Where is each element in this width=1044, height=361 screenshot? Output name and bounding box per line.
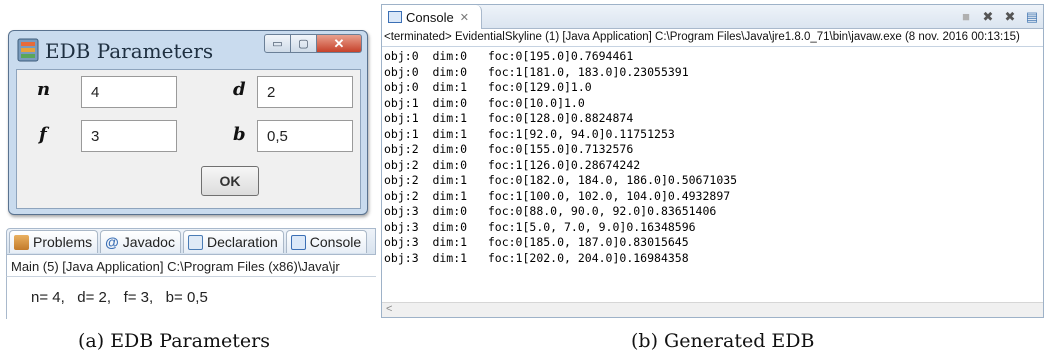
tab-problems[interactable]: Problems <box>9 230 99 253</box>
console-line: obj:2 dim:1 foc:1[100.0, 102.0, 104.0]0.… <box>384 188 731 203</box>
console-icon <box>290 234 306 250</box>
javadoc-icon: @ <box>105 234 119 250</box>
database-icon <box>17 38 39 62</box>
console-line: obj:0 dim:0 foc:1[181.0, 183.0]0.2305539… <box>384 64 689 79</box>
console-line: obj:1 dim:1 foc:1[92.0, 94.0]0.11751253 <box>384 126 675 141</box>
edb-parameters-dialog: EDB Parameters ▭ ▢ ✕ n 4 d 2 f 3 b 0,5 O… <box>8 30 368 215</box>
console-line: obj:3 dim:0 foc:1[5.0, 7.0, 9.0]0.163485… <box>384 219 696 234</box>
close-icon: ✕ <box>333 35 345 51</box>
tab-declaration[interactable]: Declaration <box>182 230 284 253</box>
console-line: obj:3 dim:0 foc:0[88.0, 90.0, 92.0]0.836… <box>384 204 717 218</box>
param-n-label: n <box>37 79 51 100</box>
tab-declaration-label: Declaration <box>206 234 278 250</box>
caption-a: (a) EDB Parameters <box>78 330 270 352</box>
param-b-input[interactable]: 0,5 <box>257 120 353 152</box>
param-b-label: b <box>233 124 246 145</box>
minimize-icon: ▭ <box>272 38 283 50</box>
console-output-area[interactable]: n= 4, d= 2, f= 3, b= 0,5 <box>6 277 376 319</box>
minimize-button[interactable]: ▭ <box>264 34 291 53</box>
console-toolbar: ■ ✖ ✖ ▤ <box>959 10 1039 24</box>
tab-console[interactable]: Console <box>285 230 368 253</box>
horizontal-scrollbar[interactable]: < <box>382 302 1043 317</box>
console-line: obj:0 dim:1 foc:0[129.0]1.0 <box>384 80 592 94</box>
dialog-content: n 4 d 2 f 3 b 0,5 OK <box>16 69 361 209</box>
param-d-label: d <box>233 79 246 100</box>
remove-all-terminated-icon[interactable]: ✖ <box>1003 10 1017 24</box>
param-n-input[interactable]: 4 <box>81 76 177 108</box>
problems-icon <box>14 234 29 250</box>
console-line: obj:2 dim:1 foc:0[182.0, 184.0, 186.0]0.… <box>384 173 738 187</box>
console-output-lines[interactable]: obj:0 dim:0 foc:0[195.0]0.7694461 obj:0 d… <box>382 47 1043 266</box>
console-line: obj:1 dim:1 foc:0[128.0]0.8824874 <box>384 111 634 125</box>
console-tab-bar: Console ✕ ■ ✖ ✖ ▤ <box>382 5 1043 29</box>
param-f-input[interactable]: 3 <box>81 120 177 152</box>
clear-console-icon[interactable]: ▤ <box>1025 10 1039 24</box>
console-line: obj:1 dim:0 foc:0[10.0]1.0 <box>384 95 585 110</box>
console-tab-label: Console <box>406 9 454 25</box>
caption-b: (b) Generated EDB <box>631 330 815 352</box>
scroll-left-icon[interactable]: < <box>386 303 392 315</box>
console-line: obj:0 dim:0 foc:0[195.0]0.7694461 <box>384 49 634 63</box>
views-tab-bar: Problems @ Javadoc Declaration Console <box>6 228 376 255</box>
close-button[interactable]: ✕ <box>316 34 362 53</box>
param-f-label: f <box>39 124 47 145</box>
console-line: obj:2 dim:0 foc:0[155.0]0.7132576 <box>384 142 634 156</box>
console-view: Console ✕ ■ ✖ ✖ ▤ <terminated> Evidentia… <box>381 4 1044 318</box>
ok-button[interactable]: OK <box>201 166 259 196</box>
window-controls: ▭ ▢ ✕ <box>264 34 362 53</box>
console-line: obj:2 dim:0 foc:1[126.0]0.28674242 <box>384 157 641 172</box>
tab-javadoc-label: Javadoc <box>122 234 175 250</box>
console-line: obj:3 dim:1 foc:1[202.0, 204.0]0.1698435… <box>384 250 689 265</box>
terminate-icon[interactable]: ■ <box>959 10 973 24</box>
dialog-title: EDB Parameters <box>45 39 214 63</box>
param-d-input[interactable]: 2 <box>257 76 353 108</box>
tab-problems-label: Problems <box>33 234 93 250</box>
declaration-icon <box>187 234 203 250</box>
panel-edb-parameters: EDB Parameters ▭ ▢ ✕ n 4 d 2 f 3 b 0,5 O… <box>0 0 380 361</box>
console-icon <box>388 11 402 23</box>
tab-console-main[interactable]: Console ✕ <box>382 5 482 29</box>
console-output-text: n= 4, d= 2, f= 3, b= 0,5 <box>31 289 208 306</box>
remove-launch-icon[interactable]: ✖ <box>981 10 995 24</box>
close-tab-icon[interactable]: ✕ <box>460 11 469 24</box>
console-launch-info: Main (5) [Java Application] C:\Program F… <box>6 255 376 277</box>
maximize-icon: ▢ <box>298 38 309 50</box>
tab-console-label: Console <box>309 234 362 250</box>
console-line: obj:3 dim:1 foc:0[185.0, 187.0]0.8301564… <box>384 235 689 249</box>
tab-javadoc[interactable]: @ Javadoc <box>100 230 181 253</box>
console-status-line: <terminated> EvidentialSkyline (1) [Java… <box>382 29 1043 47</box>
maximize-button[interactable]: ▢ <box>290 34 317 53</box>
